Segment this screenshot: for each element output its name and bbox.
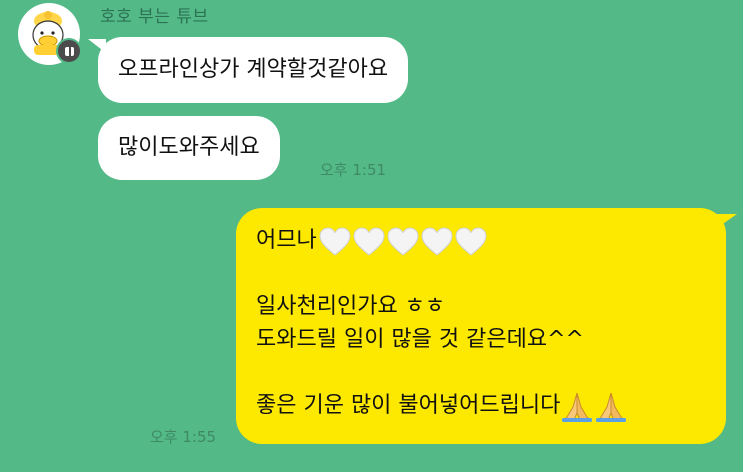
heart-emoji-group <box>317 225 487 258</box>
folded-hands-icon <box>596 392 627 422</box>
white-heart-icon <box>353 226 385 256</box>
white-heart-icon <box>455 226 487 256</box>
white-heart-icon <box>387 226 419 256</box>
message-text: 오프라인상가 계약할것같아요 <box>118 57 389 82</box>
white-heart-icon <box>421 226 453 256</box>
message-line: 좋은 기운 많이 불어넣어드립니다 <box>256 389 706 422</box>
message-timestamp: 오후 1:51 <box>320 161 387 179</box>
incoming-message[interactable]: 오프라인상가 계약할것같아요 <box>87 37 409 103</box>
message-timestamp: 오후 1:55 <box>150 428 217 446</box>
message-line: 도와드릴 일이 많을 것 같은데요^^ <box>256 327 584 352</box>
message-line: 어므나 <box>256 224 706 257</box>
message-line: 일사천리인가요 ㅎㅎ <box>256 294 446 319</box>
sender-name: 호호 부는 튜브 <box>100 7 209 27</box>
message-text: 어므나 <box>256 228 317 253</box>
profile-badge-icon <box>56 38 82 64</box>
white-heart-icon <box>319 226 351 256</box>
incoming-message[interactable]: 많이도와주세요 <box>98 116 280 180</box>
message-text: 좋은 기운 많이 불어넣어드립니다 <box>256 393 561 418</box>
folded-hands-icon <box>562 392 593 422</box>
outgoing-message[interactable]: 어므나 일사천리인가요 ㅎㅎ 도와드릴 일이 많을 것 같은데요^^ 좋은 기운… <box>236 208 737 444</box>
message-text: 많이도와주세요 <box>118 135 260 160</box>
